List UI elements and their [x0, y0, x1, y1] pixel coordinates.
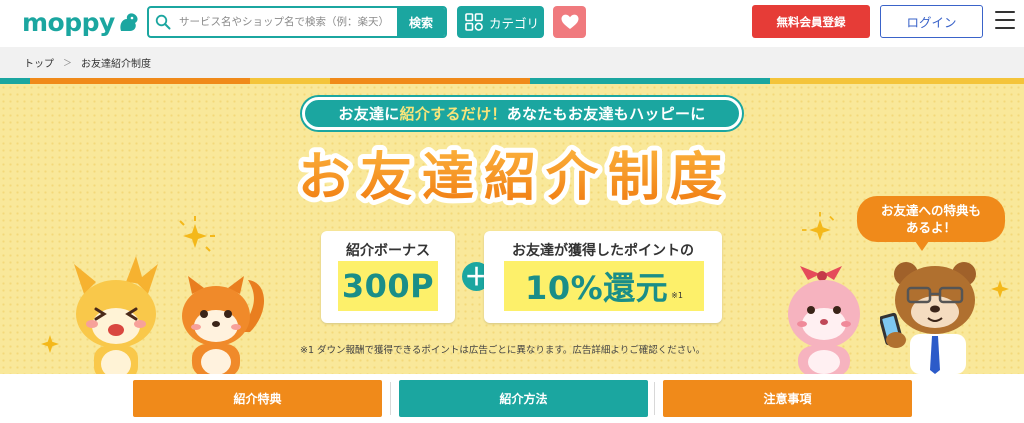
search-input[interactable]: [177, 8, 397, 36]
hamburger-icon[interactable]: [995, 11, 1015, 29]
breadcrumb-home-link[interactable]: トップ: [24, 55, 54, 70]
squirrel-character: [182, 276, 265, 374]
sparkle-icon: [802, 212, 835, 241]
category-grid-icon: [465, 13, 483, 31]
search-button[interactable]: 検索: [397, 8, 445, 36]
speech-line-2: あるよ！: [905, 220, 956, 235]
category-button[interactable]: カテゴリ: [457, 6, 544, 38]
anchor-divider: [654, 382, 655, 415]
hero-title: お友達紹介制度 お友達紹介制度: [293, 143, 732, 211]
breadcrumb: トップ ＞ お友達紹介制度: [0, 47, 1024, 78]
friend-bonus-note-mark: ※1: [671, 290, 683, 300]
login-button[interactable]: ログイン: [880, 5, 983, 38]
breadcrumb-separator: ＞: [63, 59, 73, 69]
register-button[interactable]: 無料会員登録: [752, 5, 870, 38]
search-icon: [149, 8, 177, 36]
favorite-button[interactable]: [553, 6, 586, 38]
referral-bonus-label: 紹介ボーナス: [346, 243, 430, 259]
hero-banner: お友達に紹介するだけ！あなたもお友達もハッピーに お友達紹介制度 お友達紹介制度…: [0, 84, 1024, 374]
category-label: カテゴリ: [489, 15, 540, 31]
sparkle-icon: [179, 216, 215, 252]
tagline-part-3: あなたもお友達もハッピーに: [506, 105, 706, 123]
moppy-logo[interactable]: moppy: [22, 7, 141, 37]
sparkle-icon: [41, 335, 59, 353]
logo-text: moppy: [22, 7, 115, 37]
friend-bonus-value-box: 10%還元 ※1: [504, 261, 704, 311]
friend-bonus-label: お友達が獲得したポイントの: [512, 243, 694, 259]
anchor-referral-method-button[interactable]: 紹介方法: [399, 380, 648, 417]
anchor-navigation: 紹介特典 紹介方法 注意事項: [0, 374, 1024, 423]
heart-icon: [561, 14, 578, 29]
breadcrumb-current: お友達紹介制度: [81, 59, 152, 70]
anchor-divider: [390, 382, 391, 415]
anchor-notes-button[interactable]: 注意事項: [663, 380, 912, 417]
friend-bonus-value: 10%還元: [525, 269, 669, 307]
anchor-referral-benefits-button[interactable]: 紹介特典: [133, 380, 382, 417]
speech-bubble: お友達への特典も あるよ！: [857, 196, 1005, 251]
title-text: お友達紹介制度: [298, 148, 732, 208]
tagline-part-1: お友達に: [338, 105, 400, 123]
referral-bonus-value-box: 300P: [338, 261, 438, 311]
tagline-highlight: 紹介するだけ！: [399, 105, 507, 123]
referral-bonus-card: 紹介ボーナス 300P: [321, 231, 455, 323]
bear-with-phone-character: [880, 262, 976, 374]
search-bar: 検索: [147, 6, 447, 38]
friend-bonus-card: お友達が獲得したポイントの 10%還元 ※1: [484, 231, 722, 323]
speech-line-1: お友達への特典も: [880, 203, 981, 218]
referral-bonus-value: 300P: [341, 267, 435, 305]
hero-footnote: ※1 ダウン報酬で獲得できるポイントは広告ごとに異なります。広告詳細よりご確認く…: [300, 345, 706, 356]
hero-tagline: お友達に紹介するだけ！あなたもお友達もハッピーに: [302, 97, 742, 130]
site-header: moppy 検索 カテゴリ 無料会員登録 ログイン: [0, 0, 1024, 46]
pink-squirrel-character: [788, 266, 860, 374]
dragon-character: [74, 256, 158, 374]
squirrel-logo-icon: [120, 13, 138, 31]
